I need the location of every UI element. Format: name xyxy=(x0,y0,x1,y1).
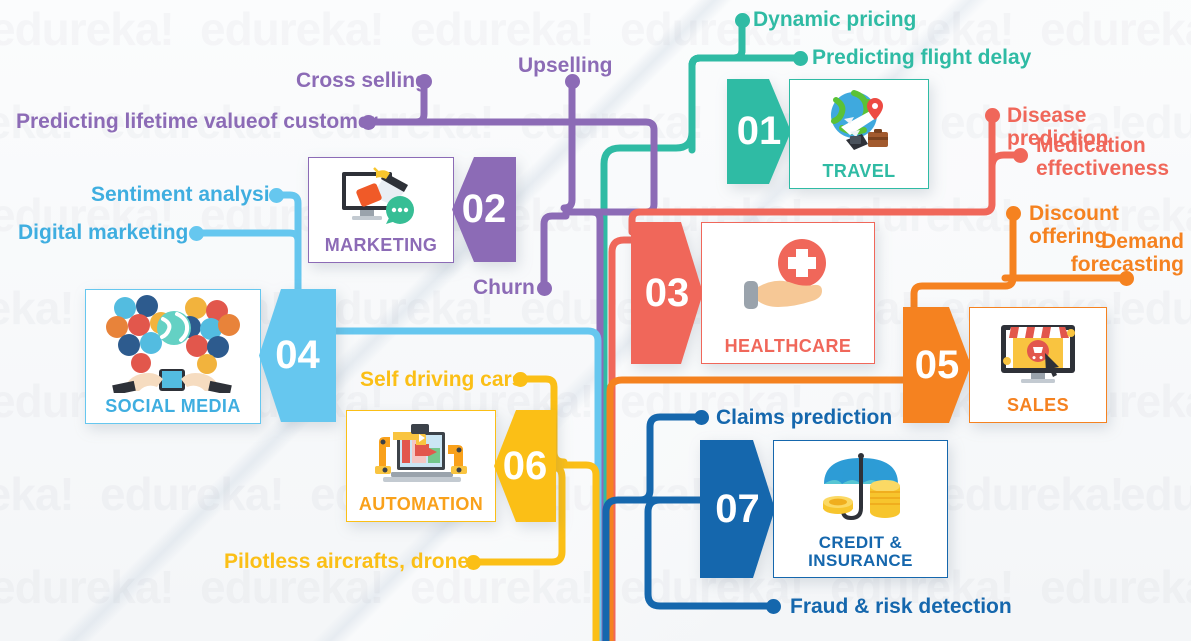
card-panel-automation: AUTOMATION xyxy=(346,410,496,522)
infographic-canvas: edureka! edureka! edureka! edureka! edur… xyxy=(0,0,1191,641)
credit-insurance-art xyxy=(774,441,947,534)
wire-trunk-creditblue xyxy=(602,496,704,641)
dot-pilotless-aircrafts xyxy=(466,555,481,570)
card-panel-healthcare: HEALTHCARE xyxy=(701,222,875,364)
dot-disease-prediction xyxy=(985,108,1000,123)
dot-sentiment-analysis xyxy=(269,188,284,203)
card-social-media[interactable]: SOCIAL MEDIA 04 xyxy=(85,289,336,424)
wire-claims-prediction xyxy=(636,413,704,504)
card-panel-sales: SALES xyxy=(969,307,1107,423)
card-marketing[interactable]: MARKETING 02 xyxy=(308,157,516,263)
card-number-credit-insurance: 07 xyxy=(715,486,760,531)
marketing-art xyxy=(309,158,453,236)
wire-upselling xyxy=(560,77,576,212)
umbrella-coins-icon xyxy=(822,452,900,520)
healthcare-art xyxy=(702,223,874,337)
people-network-phone-icon xyxy=(106,294,240,393)
dot-churn xyxy=(537,281,552,296)
label-predicting-lifetime-value: Predicting lifetime valueof customer xyxy=(16,110,378,133)
card-number-badge-social-media: 04 xyxy=(259,289,336,422)
sales-art xyxy=(970,308,1106,396)
card-panel-marketing: MARKETING xyxy=(308,157,454,263)
dot-claims-prediction xyxy=(694,410,709,425)
card-travel[interactable]: 01 TRAVEL xyxy=(727,79,929,189)
label-fraud-risk-detection: Fraud & risk detection xyxy=(790,595,1012,618)
label-self-driving-cars: Self driving cars xyxy=(360,368,524,391)
card-sales[interactable]: 05 SALES xyxy=(903,307,1107,423)
card-panel-credit-insurance: CREDIT & INSURANCE xyxy=(773,440,948,578)
card-number-badge-credit-insurance: 07 xyxy=(700,440,775,578)
label-pilotless-aircrafts: Pilotless aircrafts, drones xyxy=(224,550,481,573)
card-panel-travel: TRAVEL xyxy=(789,79,929,189)
dot-fraud-risk-detection xyxy=(766,599,781,614)
label-demand-forecasting: Demand forecasting xyxy=(1070,230,1184,277)
card-number-badge-sales: 05 xyxy=(903,307,971,423)
card-number-social-media: 04 xyxy=(275,333,320,377)
hand-medical-cross-icon xyxy=(744,239,826,310)
label-medication-effectiveness: Medication effectiveness xyxy=(1036,134,1170,181)
label-cross-selling: Cross selling xyxy=(296,69,428,92)
label-sentiment-analysis: Sentiment analysis xyxy=(91,183,282,206)
card-title-credit-insurance: CREDIT & INSURANCE xyxy=(808,533,913,571)
wire-medication-effectiveness xyxy=(988,151,1024,208)
card-number-badge-marketing: 02 xyxy=(452,157,516,262)
travel-art xyxy=(790,80,928,162)
robot-arm-laptop-icon xyxy=(375,424,467,483)
card-number-badge-healthcare: 03 xyxy=(631,222,703,364)
card-healthcare[interactable]: 03 HEALTHCARE xyxy=(631,222,875,364)
dot-predicting-lifetime-value xyxy=(361,115,376,130)
card-number-marketing: 02 xyxy=(461,187,507,231)
dot-dynamic-pricing xyxy=(735,13,750,28)
card-title-sales: SALES xyxy=(1006,395,1069,416)
globe-airplane-suitcase-icon xyxy=(831,90,888,151)
card-panel-social-media: SOCIAL MEDIA xyxy=(85,289,261,424)
dot-cross-selling xyxy=(417,74,432,89)
label-churn: Churn xyxy=(473,276,535,299)
automation-art xyxy=(347,411,495,495)
label-dynamic-pricing: Dynamic pricing xyxy=(753,8,917,31)
wire-discount-offering xyxy=(910,209,1017,320)
label-predicting-flight-delay: Predicting flight delay xyxy=(812,46,1032,69)
dot-demand-forecasting xyxy=(1119,271,1134,286)
dot-discount-offering xyxy=(1006,206,1021,221)
card-number-travel: 01 xyxy=(736,109,782,153)
dot-medication-effectiveness xyxy=(1013,148,1028,163)
card-automation[interactable]: AUTOMATION 06 xyxy=(346,410,556,522)
monitor-megaphone-icon xyxy=(342,167,414,225)
card-number-badge-automation: 06 xyxy=(494,410,556,522)
card-title-social-media: SOCIAL MEDIA xyxy=(105,396,241,417)
card-title-healthcare: HEALTHCARE xyxy=(724,336,852,357)
card-credit-insurance[interactable]: 07 CREDIT & INSURANCE xyxy=(700,440,948,578)
card-number-automation: 06 xyxy=(502,443,548,488)
card-title-automation: AUTOMATION xyxy=(358,494,484,515)
card-title-marketing: MARKETING xyxy=(324,235,438,256)
card-number-badge-travel: 01 xyxy=(727,79,791,184)
dot-digital-marketing xyxy=(189,226,204,241)
dot-upselling xyxy=(565,74,580,89)
card-number-sales: 05 xyxy=(914,342,960,387)
dot-predicting-flight-delay xyxy=(793,51,808,66)
label-digital-marketing: Digital marketing xyxy=(18,221,189,244)
label-upselling: Upselling xyxy=(518,54,613,77)
card-title-travel: TRAVEL xyxy=(822,161,896,182)
card-number-healthcare: 03 xyxy=(644,270,690,315)
social-media-art xyxy=(86,290,260,397)
label-claims-prediction: Claims prediction xyxy=(716,406,893,429)
wire-churn xyxy=(540,212,570,292)
dot-self-driving-cars xyxy=(513,372,528,387)
online-shop-monitor-icon xyxy=(1001,325,1075,384)
